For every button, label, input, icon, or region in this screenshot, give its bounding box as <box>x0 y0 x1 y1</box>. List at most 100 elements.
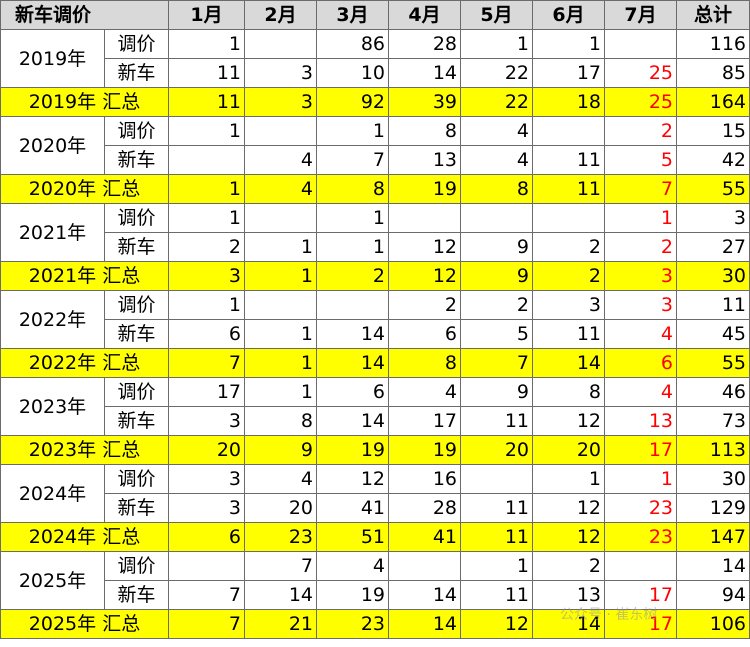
table-cell: 14 <box>388 580 462 610</box>
table-cell: 8 <box>244 406 318 436</box>
table-cell: 10 <box>316 58 390 88</box>
table-cell <box>532 116 606 146</box>
table-cell: 14 <box>532 348 606 378</box>
summary-year: 2025年 <box>28 613 97 635</box>
summary-label: 2024年 汇总 <box>0 522 170 552</box>
table-row-new: 新车 6 1 14 6 5 11 4 45 <box>1 319 750 349</box>
total-header: 总计 <box>676 0 750 30</box>
table-cell: 6 <box>604 348 678 378</box>
table-cell: 94 <box>676 580 750 610</box>
table-cell: 1 <box>168 203 246 233</box>
summary-year: 2022年 <box>28 352 97 374</box>
table-cell: 11 <box>168 87 246 117</box>
table-cell: 14 <box>244 580 318 610</box>
table-cell: 2 <box>532 261 606 291</box>
table-cell: 7 <box>604 174 678 204</box>
year-label: 2025年 <box>0 551 105 610</box>
table-cell: 1 <box>316 203 390 233</box>
table-row-summary: 2021年 汇总 3 1 2 12 9 2 3 30 <box>0 261 750 291</box>
table-cell: 28 <box>388 493 462 523</box>
table-cell: 14 <box>676 551 750 581</box>
table-cell: 13 <box>388 145 462 175</box>
table-cell: 3 <box>168 493 246 523</box>
table-cell: 13 <box>532 580 606 610</box>
month-header: 3月 <box>316 0 390 30</box>
table-cell: 12 <box>388 232 462 262</box>
table-cell: 7 <box>244 551 318 581</box>
summary-year: 2024年 <box>28 526 97 548</box>
row-type-label: 调价 <box>103 290 170 320</box>
table-cell: 1 <box>168 29 246 59</box>
row-type-label: 调价 <box>103 464 170 494</box>
table-cell: 11 <box>532 319 606 349</box>
table-cell: 13 <box>604 406 678 436</box>
table-cell: 3 <box>244 87 318 117</box>
summary-year: 2021年 <box>28 265 97 287</box>
year-label: 2019年 <box>0 29 105 88</box>
summary-suffix: 汇总 <box>102 352 141 374</box>
table-row-new: 新车 4 7 13 4 11 5 42 <box>1 145 750 175</box>
month-header: 1月 <box>168 0 246 30</box>
table-cell <box>244 29 318 59</box>
table-cell: 17 <box>168 377 246 407</box>
table-cell: 45 <box>676 319 750 349</box>
table-cell: 27 <box>676 232 750 262</box>
table-cell: 1 <box>244 261 318 291</box>
table-row-adjust: 2020年 调价 1 1 8 4 2 15 <box>0 116 750 175</box>
table-row-adjust: 2021年 调价 1 1 1 3 <box>0 203 750 262</box>
table-cell: 4 <box>460 145 534 175</box>
table-cell: 2 <box>388 290 462 320</box>
summary-label: 2025年 汇总 <box>0 609 170 639</box>
table-cell: 23 <box>604 493 678 523</box>
summary-year: 2023年 <box>28 439 97 461</box>
row-type-label: 新车 <box>103 232 170 262</box>
table-cell: 23 <box>316 609 390 639</box>
table-cell: 17 <box>604 435 678 465</box>
row-type-label: 新车 <box>103 580 170 610</box>
table-cell: 20 <box>460 435 534 465</box>
table-row-adjust: 2019年 调价 1 86 28 1 1 116 <box>0 29 750 88</box>
table-cell <box>244 116 318 146</box>
table-cell: 129 <box>676 493 750 523</box>
table-cell: 20 <box>244 493 318 523</box>
table-row-summary: 2025年 汇总 7 21 23 14 12 14 17 106 <box>0 609 750 639</box>
table-cell: 106 <box>676 609 750 639</box>
row-type-label: 调价 <box>103 377 170 407</box>
table-cell: 3 <box>604 261 678 291</box>
table-cell: 22 <box>460 58 534 88</box>
table-cell: 4 <box>244 464 318 494</box>
table-cell: 2 <box>460 290 534 320</box>
table-cell: 11 <box>460 522 534 552</box>
table-cell <box>244 290 318 320</box>
table-cell: 23 <box>244 522 318 552</box>
row-type-label: 调价 <box>103 29 170 59</box>
table-cell: 6 <box>316 377 390 407</box>
table-cell: 25 <box>604 87 678 117</box>
table-cell: 11 <box>532 174 606 204</box>
table-cell: 73 <box>676 406 750 436</box>
table-cell: 5 <box>604 145 678 175</box>
table-cell: 46 <box>676 377 750 407</box>
table-cell: 7 <box>460 348 534 378</box>
month-header: 4月 <box>388 0 462 30</box>
month-header: 6月 <box>532 0 606 30</box>
table-cell: 28 <box>388 29 462 59</box>
table-cell: 9 <box>460 377 534 407</box>
table-cell: 1 <box>168 116 246 146</box>
table-cell: 7 <box>316 145 390 175</box>
table-cell: 1 <box>244 232 318 262</box>
table-cell: 3 <box>168 464 246 494</box>
table-cell: 8 <box>388 348 462 378</box>
table-cell: 11 <box>460 406 534 436</box>
table-cell: 11 <box>676 290 750 320</box>
table-row-adjust: 2022年 调价 1 2 2 3 3 11 <box>0 290 750 349</box>
table-cell: 17 <box>388 406 462 436</box>
table-cell: 3 <box>676 203 750 233</box>
table-cell <box>388 551 462 581</box>
price-adjustment-table: 新车调价 1月 2月 3月 4月 5月 6月 7月 总计 2019年 调价 1 86 2… <box>0 0 750 639</box>
table-row-summary: 2024年 汇总 6 23 51 41 11 12 23 147 <box>0 522 750 552</box>
table-cell: 3 <box>532 290 606 320</box>
table-cell: 1 <box>244 377 318 407</box>
table-cell: 20 <box>532 435 606 465</box>
summary-year: 2020年 <box>28 178 97 200</box>
